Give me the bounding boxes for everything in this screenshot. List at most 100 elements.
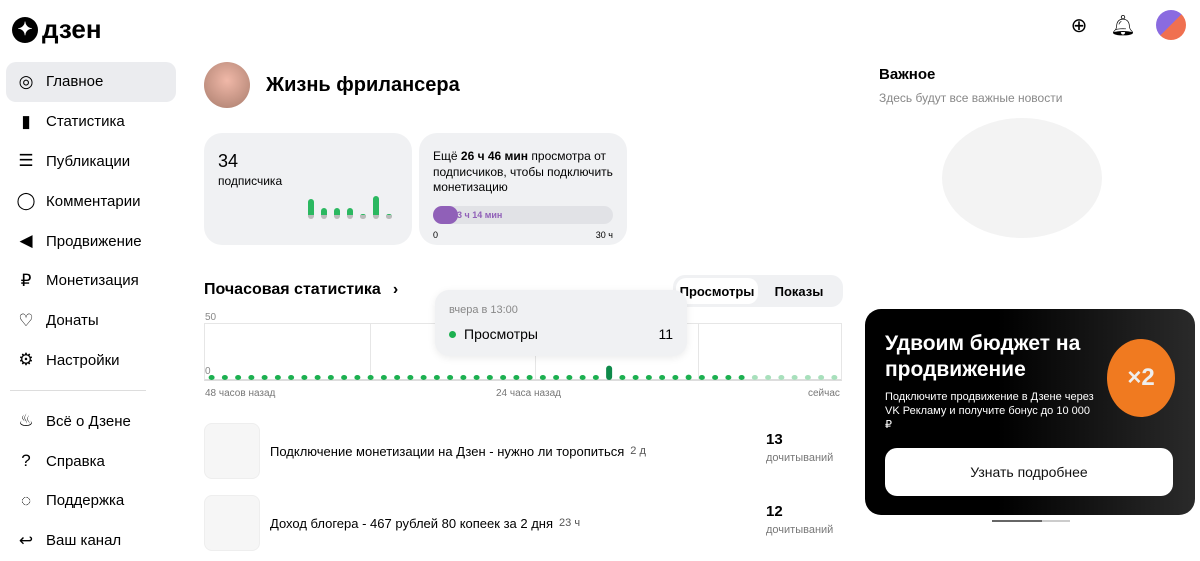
tab-impressions[interactable]: Показы — [758, 278, 840, 304]
gear-icon: ⚙ — [18, 350, 34, 370]
chart-bar[interactable] — [327, 375, 334, 380]
channel-header[interactable]: Жизнь фрилансера — [204, 62, 460, 108]
chart-bar[interactable] — [831, 375, 838, 380]
chart-bar[interactable] — [751, 375, 758, 380]
chart-bar[interactable] — [804, 375, 811, 380]
publication-item[interactable]: Подключение монетизации на Дзен - нужно … — [204, 423, 844, 479]
sidebar-item-label: Справка — [46, 452, 105, 470]
bell-icon[interactable]: 🔔︎ — [1110, 14, 1135, 37]
publication-title[interactable]: Подключение монетизации на Дзен - нужно … — [270, 444, 624, 459]
monetization-text: Ещё 26 ч 46 мин просмотра от подписчиков… — [433, 149, 613, 195]
promo-banner[interactable]: Удвоим бюджет на продвижение Подключите … — [865, 309, 1195, 515]
hourly-stats-link[interactable]: Почасовая статистика › — [204, 281, 398, 299]
chart-bar[interactable] — [553, 375, 560, 380]
metric-toggle: Просмотры Показы — [673, 275, 843, 307]
progress-max: 30 ч — [595, 229, 613, 240]
sidebar-item-3-bottom[interactable]: ↩ Ваш канал — [6, 521, 176, 561]
important-subtitle: Здесь будут все важные новости — [879, 91, 1063, 105]
chart-bar[interactable] — [261, 375, 268, 380]
chart-bar[interactable] — [354, 375, 361, 380]
sidebar-item-2-items[interactable]: ☰ Публикации — [6, 142, 176, 182]
chart-bar[interactable] — [248, 375, 255, 380]
sidebar-item-6-items[interactable]: ♡ Донаты — [6, 301, 176, 341]
chart-bar[interactable] — [698, 375, 705, 380]
chart-bar[interactable] — [619, 375, 626, 380]
comment-icon: ◯ — [16, 191, 36, 211]
chart-bar[interactable] — [394, 375, 401, 380]
chart-bar[interactable] — [725, 375, 732, 380]
sidebar-item-5-items[interactable]: ₽ Монетизация — [6, 261, 176, 301]
carousel-indicator[interactable] — [992, 520, 1070, 522]
chart-bar[interactable] — [592, 375, 599, 380]
dzen-logo[interactable]: ✦ дзен — [12, 14, 102, 45]
chart-bar[interactable] — [301, 375, 308, 380]
subscriber-label: подписчика — [218, 174, 283, 188]
chart-bar[interactable] — [420, 375, 427, 380]
chart-bar[interactable] — [460, 375, 467, 380]
chart-bar[interactable] — [473, 375, 480, 380]
chart-bar[interactable] — [778, 375, 785, 380]
megaphone-icon: ◀ — [19, 231, 33, 251]
chart-bar[interactable] — [566, 375, 573, 380]
mini-bar — [373, 196, 379, 219]
chart-bar[interactable] — [818, 375, 825, 380]
chart-bar[interactable] — [314, 375, 321, 380]
sidebar-item-label: Монетизация — [46, 272, 139, 290]
reads-count: 13 — [766, 431, 783, 448]
chart-bar[interactable] — [500, 375, 507, 380]
chart-bar[interactable] — [274, 375, 281, 380]
sidebar-item-0-items[interactable]: ◎ Главное — [6, 62, 176, 102]
chart-bar[interactable] — [513, 375, 520, 380]
publication-item[interactable]: Доход блогера - 467 рублей 80 копеек за … — [204, 495, 844, 551]
tab-views[interactable]: Просмотры — [676, 278, 758, 304]
publication-thumbnail — [204, 495, 260, 551]
mini-bar — [334, 208, 340, 219]
publication-title[interactable]: Доход блогера - 467 рублей 80 копеек за … — [270, 516, 553, 531]
chart-bar[interactable] — [539, 375, 546, 380]
chart-bar[interactable] — [486, 375, 493, 380]
mailbox-illustration — [942, 118, 1102, 238]
sidebar-item-1-bottom[interactable]: ? Справка — [6, 441, 176, 481]
avatar[interactable] — [1156, 10, 1186, 40]
monetization-card[interactable]: Ещё 26 ч 46 мин просмотра от подписчиков… — [419, 133, 627, 245]
chart-bar[interactable] — [659, 375, 666, 380]
chart-bar[interactable] — [380, 375, 387, 380]
chart-bar[interactable] — [632, 375, 639, 380]
chart-bar[interactable] — [606, 365, 613, 380]
sidebar-item-label: Продвижение — [46, 232, 142, 250]
chart-bar[interactable] — [235, 375, 242, 380]
chart-bar[interactable] — [221, 375, 228, 380]
channel-avatar — [204, 62, 250, 108]
chart-bar[interactable] — [645, 375, 652, 380]
x-label-24h: 24 часа назад — [496, 388, 561, 399]
sidebar-item-4-items[interactable]: ◀ Продвижение — [6, 221, 176, 261]
publication-age: 23 ч — [559, 517, 581, 529]
subscriber-mini-chart — [308, 189, 392, 219]
sidebar-divider — [10, 390, 146, 392]
sidebar-item-label: Главное — [46, 73, 104, 91]
chart-bar[interactable] — [738, 375, 745, 380]
chart-bar[interactable] — [579, 375, 586, 380]
chart-bar[interactable] — [672, 375, 679, 380]
chart-bar[interactable] — [447, 375, 454, 380]
chart-bar[interactable] — [765, 375, 772, 380]
sidebar-item-0-bottom[interactable]: ♨ Всё о Дзене — [6, 401, 176, 441]
subscribers-card[interactable]: 34 подписчика — [204, 133, 412, 245]
sidebar-item-1-items[interactable]: ▮ Статистика — [6, 102, 176, 142]
sidebar-item-7-items[interactable]: ⚙ Настройки — [6, 341, 176, 381]
chart-bar[interactable] — [526, 375, 533, 380]
sidebar-item-3-items[interactable]: ◯ Комментарии — [6, 181, 176, 221]
chart-bar[interactable] — [341, 375, 348, 380]
chart-bar[interactable] — [685, 374, 692, 380]
sidebar-item-2-bottom[interactable]: ◌ Поддержка — [6, 481, 176, 521]
chart-bar[interactable] — [208, 375, 215, 380]
learn-more-button[interactable]: Узнать подробнее — [885, 448, 1173, 496]
chart-bar[interactable] — [433, 375, 440, 380]
publication-thumbnail — [204, 423, 260, 479]
chart-bar[interactable] — [407, 375, 414, 380]
chart-bar[interactable] — [791, 375, 798, 380]
add-icon[interactable]: ⊕ — [1068, 14, 1090, 37]
chart-bar[interactable] — [288, 375, 295, 380]
chart-bar[interactable] — [367, 375, 374, 380]
chart-bar[interactable] — [712, 375, 719, 380]
